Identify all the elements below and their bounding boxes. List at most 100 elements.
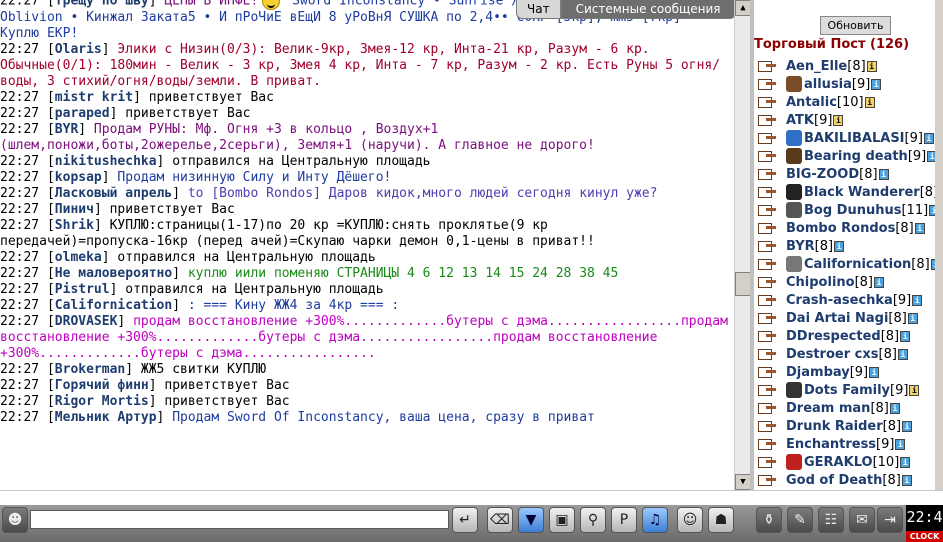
message-time[interactable]: 22:27: [0, 0, 39, 9]
scroll-icon[interactable]: ✎: [787, 507, 813, 533]
mask-icon[interactable]: ☗: [708, 507, 734, 533]
private-message-icon[interactable]: [758, 95, 780, 109]
avatar-icon[interactable]: ☻: [2, 507, 28, 533]
user-name[interactable]: Chipolino: [786, 275, 855, 290]
eraser-icon[interactable]: ⌫: [487, 507, 513, 533]
message-nick[interactable]: olmeka: [55, 250, 102, 265]
chat-scrollbar[interactable]: ▲ ▼: [734, 0, 751, 490]
user-info-icon[interactable]: i: [900, 330, 911, 342]
user-name[interactable]: Destroer cxs: [786, 347, 879, 362]
user-name[interactable]: GERAKLO: [804, 455, 873, 470]
user-name[interactable]: Antalic: [786, 95, 837, 110]
user-name[interactable]: Crash-asechka: [786, 293, 893, 308]
message-time[interactable]: 22:27: [0, 154, 39, 169]
user-name[interactable]: Aen_Elle: [786, 59, 847, 74]
user-info-icon[interactable]: i: [864, 96, 875, 108]
user-name[interactable]: BIG-ZOOD: [786, 167, 859, 182]
message-nick[interactable]: Rigor Mortis: [55, 394, 149, 409]
message-time[interactable]: 22:27: [0, 314, 39, 329]
message-nick[interactable]: Мельник Артур: [55, 410, 157, 425]
message-nick[interactable]: paraped: [55, 106, 110, 121]
private-message-icon[interactable]: [758, 239, 780, 253]
private-message-icon[interactable]: [758, 455, 780, 469]
send-icon[interactable]: ↵: [452, 507, 478, 533]
user-info-icon[interactable]: i: [869, 366, 880, 378]
user-name[interactable]: Dai Artai Nagi: [786, 311, 888, 326]
message-nick[interactable]: Горячий финн: [55, 378, 149, 393]
message-time[interactable]: 22:27: [0, 218, 39, 233]
user-name[interactable]: ATK: [786, 113, 814, 128]
private-message-icon[interactable]: [758, 293, 780, 307]
smiley-icon[interactable]: ☺: [677, 507, 703, 533]
private-message-icon[interactable]: [758, 149, 780, 163]
message-nick[interactable]: Ласковый апрель: [55, 186, 172, 201]
user-info-icon[interactable]: i: [897, 348, 908, 360]
message-nick[interactable]: nikitushechka: [55, 154, 157, 169]
filter-icon[interactable]: ▼: [518, 507, 544, 533]
private-message-icon[interactable]: [758, 257, 780, 271]
private-message-icon[interactable]: [758, 329, 780, 343]
message-nick[interactable]: mistr krit: [55, 90, 133, 105]
private-message-icon[interactable]: [758, 347, 780, 361]
message-time[interactable]: 22:27: [0, 42, 39, 57]
private-message-icon[interactable]: [758, 401, 780, 415]
music-icon[interactable]: ♫: [642, 507, 668, 533]
user-name[interactable]: Enchantress: [786, 437, 876, 452]
refresh-button[interactable]: Обновить: [820, 16, 891, 35]
user-name[interactable]: Drunk Raider: [786, 419, 883, 434]
message-time[interactable]: 22:27: [0, 106, 39, 121]
private-message-icon[interactable]: [758, 365, 780, 379]
message-nick[interactable]: DROVASEK: [55, 314, 118, 329]
exit-icon[interactable]: ⇥: [877, 507, 903, 533]
private-message-icon[interactable]: [758, 185, 780, 199]
user-info-icon[interactable]: i: [871, 78, 882, 90]
scroll-down-arrow-icon[interactable]: ▼: [735, 474, 751, 490]
user-info-icon[interactable]: i: [900, 456, 911, 468]
user-name[interactable]: BYR: [786, 239, 815, 254]
user-name[interactable]: allusia: [804, 77, 852, 92]
private-message-icon[interactable]: [758, 437, 780, 451]
user-info-icon[interactable]: i: [834, 240, 845, 252]
user-info-icon[interactable]: i: [901, 474, 912, 486]
tab-chat[interactable]: Чат: [516, 0, 561, 19]
pl-icon[interactable]: P: [611, 507, 637, 533]
message-time[interactable]: 22:27: [0, 378, 39, 393]
private-message-icon[interactable]: [758, 167, 780, 181]
message-nick[interactable]: Pistrul: [55, 282, 110, 297]
scroll-up-arrow-icon[interactable]: ▲: [735, 0, 751, 16]
message-time[interactable]: 22:27: [0, 186, 39, 201]
user-info-icon[interactable]: i: [878, 168, 889, 180]
walker-icon[interactable]: ⚲: [580, 507, 606, 533]
user-name[interactable]: Dream man: [786, 401, 870, 416]
user-info-icon[interactable]: i: [833, 114, 844, 126]
message-time[interactable]: 22:27: [0, 202, 39, 217]
user-list-scrollbar[interactable]: [935, 0, 943, 490]
private-message-icon[interactable]: [758, 221, 780, 235]
message-time[interactable]: 22:27: [0, 282, 39, 297]
message-time[interactable]: 22:27: [0, 90, 39, 105]
private-message-icon[interactable]: [758, 275, 780, 289]
message-nick[interactable]: Shrik: [55, 218, 94, 233]
message-nick[interactable]: BYR: [55, 122, 78, 137]
message-nick[interactable]: Brokerman: [55, 362, 125, 377]
message-time[interactable]: 22:27: [0, 170, 39, 185]
user-name[interactable]: DDrespected: [786, 329, 881, 344]
user-info-icon[interactable]: i: [909, 384, 920, 396]
message-nick[interactable]: Пинич: [55, 202, 94, 217]
message-time[interactable]: 22:27: [0, 250, 39, 265]
user-info-icon[interactable]: i: [912, 294, 923, 306]
message-nick[interactable]: kopsap: [55, 170, 102, 185]
save-icon[interactable]: ▣: [549, 507, 575, 533]
user-info-icon[interactable]: i: [874, 276, 885, 288]
user-info-icon[interactable]: i: [895, 438, 906, 450]
user-name[interactable]: Californication: [804, 257, 911, 272]
tab-system-messages[interactable]: Системные сообщения: [560, 0, 736, 19]
potion-icon[interactable]: ⚱: [756, 507, 782, 533]
user-name[interactable]: BAKILIBALASI: [804, 131, 905, 146]
user-name[interactable]: Dots Family: [804, 383, 890, 398]
user-name[interactable]: Bombo Rondos: [786, 221, 895, 236]
message-nick[interactable]: Не маловероятно: [55, 266, 172, 281]
user-info-icon[interactable]: i: [907, 312, 918, 324]
user-name[interactable]: God of Death: [786, 473, 882, 488]
user-info-icon[interactable]: i: [889, 402, 900, 414]
